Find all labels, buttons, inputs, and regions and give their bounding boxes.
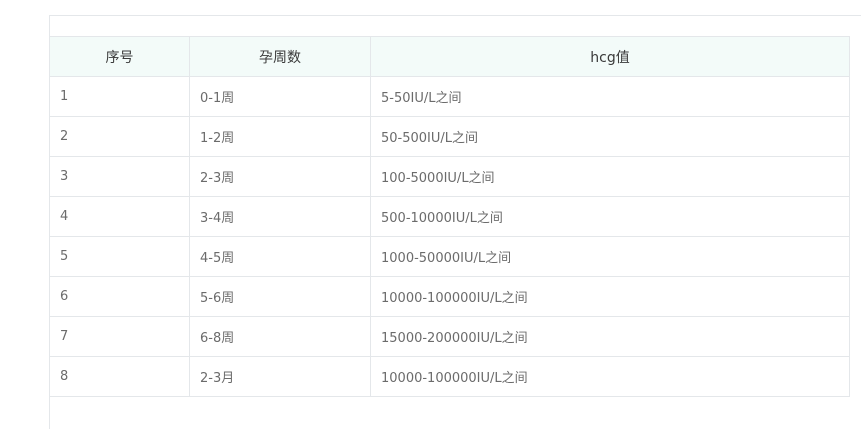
cell-hcg: 10000-100000IU/L之间 — [370, 356, 850, 397]
cell-index: 5 — [49, 236, 190, 277]
cell-hcg: 5-50IU/L之间 — [370, 76, 850, 117]
cell-index: 8 — [49, 356, 190, 397]
table-row: 7 6-8周 15000-200000IU/L之间 — [49, 316, 850, 357]
cell-index: 2 — [49, 116, 190, 157]
table-row: 2 1-2周 50-500IU/L之间 — [49, 116, 850, 157]
cell-index: 4 — [49, 196, 190, 237]
cell-week: 0-1周 — [189, 76, 371, 117]
table-row: 6 5-6周 10000-100000IU/L之间 — [49, 276, 850, 317]
cell-week: 2-3月 — [189, 356, 371, 397]
cell-index: 6 — [49, 276, 190, 317]
cell-hcg: 500-10000IU/L之间 — [370, 196, 850, 237]
table-row: 5 4-5周 1000-50000IU/L之间 — [49, 236, 850, 277]
cell-index: 7 — [49, 316, 190, 357]
cell-hcg: 15000-200000IU/L之间 — [370, 316, 850, 357]
hcg-table: 序号 孕周数 hcg值 1 0-1周 5-50IU/L之间 2 1-2周 50-… — [49, 36, 850, 397]
header-hcg: hcg值 — [370, 36, 850, 77]
header-index: 序号 — [49, 36, 190, 77]
cell-hcg: 100-5000IU/L之间 — [370, 156, 850, 197]
cell-hcg: 1000-50000IU/L之间 — [370, 236, 850, 277]
cell-week: 6-8周 — [189, 316, 371, 357]
cell-index: 1 — [49, 76, 190, 117]
cell-week: 1-2周 — [189, 116, 371, 157]
table-header-row: 序号 孕周数 hcg值 — [49, 36, 850, 77]
cell-hcg: 10000-100000IU/L之间 — [370, 276, 850, 317]
cell-index: 3 — [49, 156, 190, 197]
cell-hcg: 50-500IU/L之间 — [370, 116, 850, 157]
table-row: 4 3-4周 500-10000IU/L之间 — [49, 196, 850, 237]
table-row: 3 2-3周 100-5000IU/L之间 — [49, 156, 850, 197]
cell-week: 3-4周 — [189, 196, 371, 237]
table-row: 8 2-3月 10000-100000IU/L之间 — [49, 356, 850, 397]
header-week: 孕周数 — [189, 36, 371, 77]
cell-week: 5-6周 — [189, 276, 371, 317]
table-row: 1 0-1周 5-50IU/L之间 — [49, 76, 850, 117]
cell-week: 2-3周 — [189, 156, 371, 197]
cell-week: 4-5周 — [189, 236, 371, 277]
